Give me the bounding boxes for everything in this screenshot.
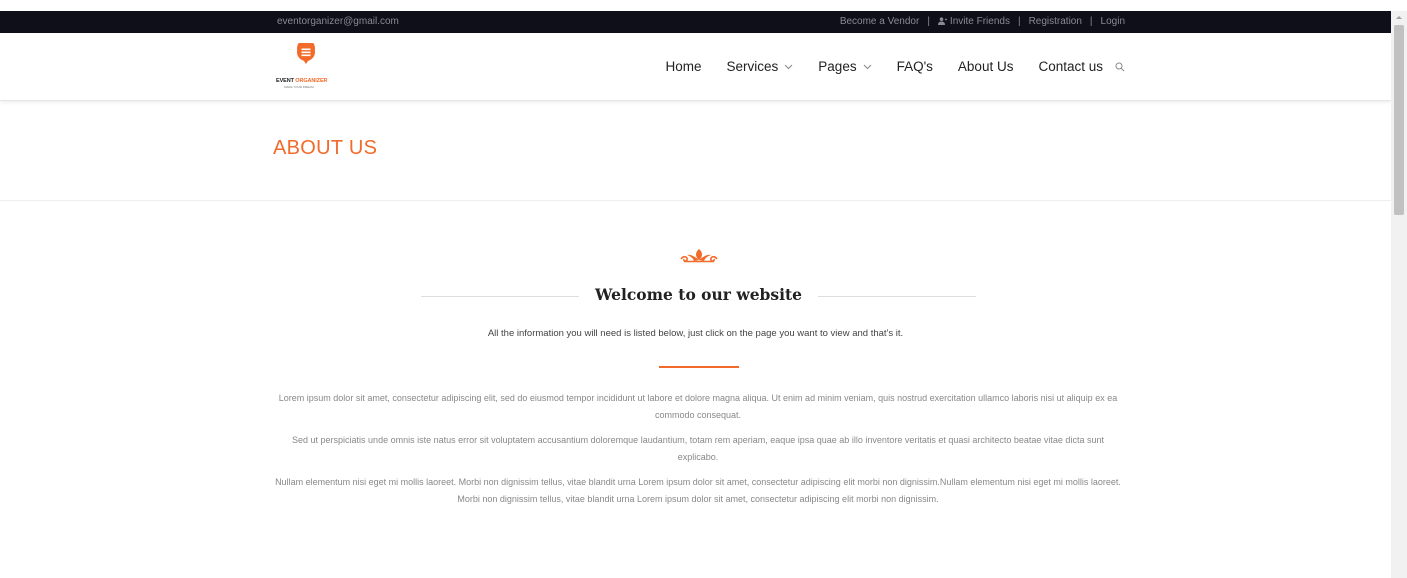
chevron-down-icon (784, 64, 793, 69)
header: EVENT ORGANIZER MAKE YOUR DREAM Home Ser… (0, 33, 1391, 101)
paragraph: Nullam elementum nisi eget mi mollis lao… (275, 477, 1121, 504)
separator: | (1089, 16, 1093, 27)
page-title-band: ABOUT US (0, 101, 1391, 201)
invite-friends-link[interactable]: Invite Friends (937, 11, 1010, 33)
scrollbar[interactable] (1391, 11, 1407, 578)
nav-pages[interactable]: Pages (818, 59, 871, 74)
welcome-subtitle: All the information you will need is lis… (487, 328, 904, 339)
become-vendor-link[interactable]: Become a Vendor (840, 11, 920, 33)
nav-about-us[interactable]: About Us (958, 59, 1014, 74)
nav-faqs[interactable]: FAQ's (897, 59, 933, 74)
search-icon[interactable] (1115, 62, 1125, 72)
welcome-heading-wrap: Welcome to our website (421, 285, 976, 307)
logo-text: EVENT ORGANIZER (276, 78, 328, 84)
separator: | (927, 16, 930, 27)
paragraph: Lorem ipsum dolor sit amet, consectetur … (278, 393, 1118, 420)
scroll-up-arrow-icon[interactable] (1391, 11, 1407, 23)
main-nav: Home Services Pages FAQ's About Us Conta… (666, 33, 1125, 100)
invite-friends-label: Invite Friends (949, 16, 1010, 27)
nav-services[interactable]: Services (727, 59, 794, 74)
heading-line-right (818, 296, 976, 297)
ornament-icon (680, 249, 718, 263)
registration-link[interactable]: Registration (1029, 11, 1082, 33)
separator: | (1017, 16, 1021, 27)
page-title: ABOUT US (273, 137, 378, 159)
accent-divider (659, 366, 739, 368)
nav-contact-us[interactable]: Contact us (1038, 59, 1103, 74)
nav-home[interactable]: Home (666, 59, 702, 74)
logo-tagline: MAKE YOUR DREAM (284, 85, 314, 89)
welcome-heading: Welcome to our website (594, 285, 803, 304)
top-bar: eventorganizer@gmail.com Become a Vendor… (0, 11, 1391, 33)
page: eventorganizer@gmail.com Become a Vendor… (0, 0, 1391, 578)
top-links: Become a Vendor | Invite Friends | Regis… (840, 11, 1125, 33)
contact-email[interactable]: eventorganizer@gmail.com (277, 11, 399, 33)
logo-pin-icon (297, 43, 315, 64)
person-icon (937, 17, 947, 26)
site-logo[interactable]: EVENT ORGANIZER MAKE YOUR DREAM (276, 43, 336, 89)
login-link[interactable]: Login (1101, 11, 1125, 33)
paragraph: Sed ut perspiciatis unde omnis iste natu… (292, 435, 1104, 462)
scrollbar-thumb[interactable] (1394, 25, 1404, 215)
chevron-down-icon (863, 64, 871, 69)
